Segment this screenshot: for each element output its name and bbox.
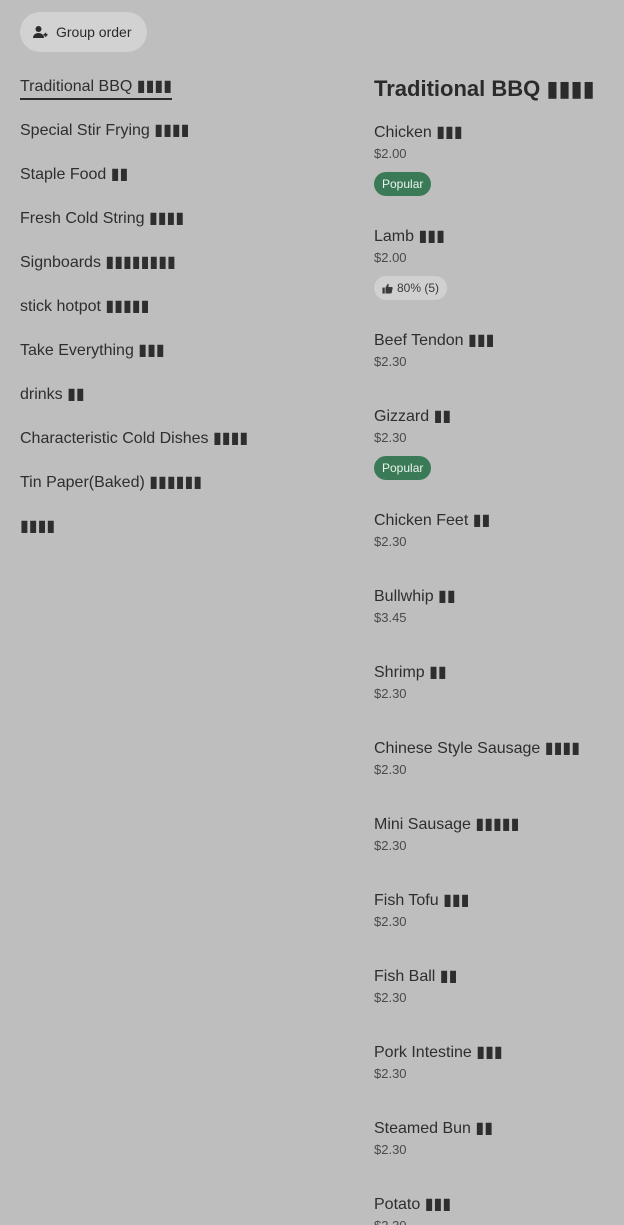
category-label: drinks ▮▮ [20, 386, 85, 403]
badge-label: Popular [382, 177, 424, 191]
category-label: Traditional BBQ ▮▮▮▮ [20, 76, 173, 100]
menu-item-price: $2.00 [374, 146, 407, 161]
menu-item-price: $2.30 [374, 1142, 407, 1157]
menu-item-price: $2.30 [374, 1218, 614, 1225]
menu-item[interactable]: Pork Intestine ▮▮▮ $2.30 [374, 1042, 614, 1118]
menu-item[interactable]: Steamed Bun ▮▮ $2.30 [374, 1118, 614, 1194]
store-menu-page: Group order Traditional BBQ ▮▮▮▮ Special … [0, 0, 624, 1225]
menu-item-name: Chicken ▮▮▮ [374, 124, 463, 141]
menu-item[interactable]: Shrimp ▮▮ $2.30 [374, 662, 614, 738]
menu-item-price: $2.30 [374, 990, 407, 1005]
menu-item-price: $2.30 [374, 686, 407, 701]
menu-item[interactable]: Fish Tofu ▮▮▮ $2.30 [374, 890, 614, 966]
menu-item-name: Fish Tofu ▮▮▮ [374, 892, 470, 909]
badge-label: 80% (5) [397, 281, 440, 295]
menu-item-price: $2.30 [374, 354, 407, 369]
menu-item-name: Mini Sausage ▮▮▮▮▮ [374, 816, 520, 833]
section-title: Traditional BBQ ▮▮▮▮ [374, 76, 595, 101]
menu-item-name: Steamed Bun ▮▮ [374, 1120, 494, 1137]
menu-item-price: $2.30 [374, 762, 407, 777]
category-label: Fresh Cold String ▮▮▮▮ [20, 210, 185, 227]
menu-section: Traditional BBQ ▮▮▮▮ Chicken ▮▮▮ $2.00 Pop… [374, 76, 614, 1225]
popular-badge: Popular [374, 456, 432, 480]
category-label: stick hotpot ▮▮▮▮▮ [20, 298, 150, 315]
menu-item-name: Shrimp ▮▮ [374, 664, 447, 681]
category-nav-item[interactable]: Staple Food ▮▮ [20, 162, 340, 206]
menu-item-price: $2.30 [374, 534, 407, 549]
menu-item-name: Potato ▮▮▮ [374, 1196, 452, 1213]
group-order-button[interactable]: Group order [20, 12, 148, 52]
category-label: Special Stir Frying ▮▮▮▮ [20, 122, 190, 139]
thumbs-up-icon [382, 283, 393, 294]
category-nav-item[interactable]: ▮▮▮▮ [20, 514, 340, 558]
menu-item-name: Chinese Style Sausage ▮▮▮▮ [374, 740, 580, 757]
menu-item-price: $3.45 [374, 610, 407, 625]
category-nav-item[interactable]: Special Stir Frying ▮▮▮▮ [20, 118, 340, 162]
menu-item-price: $2.30 [374, 430, 407, 445]
menu-item-name: Pork Intestine ▮▮▮ [374, 1044, 503, 1061]
menu-item[interactable]: Chicken Feet ▮▮ $2.30 [374, 510, 614, 586]
category-label: Take Everything ▮▮▮ [20, 342, 165, 359]
popular-badge: Popular [374, 172, 432, 196]
menu-item[interactable]: Bullwhip ▮▮ $3.45 [374, 586, 614, 662]
menu-item-price: $2.30 [374, 838, 407, 853]
menu-item[interactable]: Mini Sausage ▮▮▮▮▮ $2.30 [374, 814, 614, 890]
menu-item[interactable]: Potato ▮▮▮ $2.30 [374, 1194, 614, 1225]
category-label: Staple Food ▮▮ [20, 166, 129, 183]
menu-item-name: Chicken Feet ▮▮ [374, 512, 491, 529]
category-nav-item[interactable]: stick hotpot ▮▮▮▮▮ [20, 294, 340, 338]
menu-item-name: Lamb ▮▮▮ [374, 228, 445, 245]
category-label: Signboards ▮▮▮▮▮▮▮▮ [20, 254, 176, 271]
add-person-icon [32, 24, 48, 40]
category-nav-item[interactable]: Fresh Cold String ▮▮▮▮ [20, 206, 340, 250]
menu-item-price: $2.30 [374, 914, 407, 929]
category-label: ▮▮▮▮ [20, 518, 56, 535]
category-nav-item[interactable]: drinks ▮▮ [20, 382, 340, 426]
menu-item[interactable]: Lamb ▮▮▮ $2.00 80% (5) [374, 226, 614, 330]
menu-item-list: Chicken ▮▮▮ $2.00 Popular Lamb ▮▮▮ $2.00 80% … [374, 122, 614, 1225]
menu-item[interactable]: Chinese Style Sausage ▮▮▮▮ $2.30 [374, 738, 614, 814]
menu-item[interactable]: Chicken ▮▮▮ $2.00 Popular [374, 122, 614, 226]
menu-item-price: $2.00 [374, 250, 407, 265]
category-label: Characteristic Cold Dishes ▮▮▮▮ [20, 430, 249, 447]
group-order-label: Group order [56, 24, 132, 40]
menu-item-name: Gizzard ▮▮ [374, 408, 452, 425]
category-nav-item[interactable]: Traditional BBQ ▮▮▮▮ [20, 74, 340, 118]
menu-item[interactable]: Gizzard ▮▮ $2.30 Popular [374, 406, 614, 510]
menu-item-name: Fish Ball ▮▮ [374, 968, 458, 985]
menu-item-name: Beef Tendon ▮▮▮ [374, 332, 495, 349]
menu-item-name: Bullwhip ▮▮ [374, 588, 456, 605]
category-nav-item[interactable]: Tin Paper(Baked) ▮▮▮▮▮▮ [20, 470, 340, 514]
category-nav-item[interactable]: Take Everything ▮▮▮ [20, 338, 340, 382]
category-nav-item[interactable]: Characteristic Cold Dishes ▮▮▮▮ [20, 426, 340, 470]
category-label: Tin Paper(Baked) ▮▮▮▮▮▮ [20, 474, 203, 491]
category-nav: Traditional BBQ ▮▮▮▮ Special Stir Frying … [20, 74, 340, 558]
rating-badge: 80% (5) [374, 276, 448, 300]
badge-label: Popular [382, 461, 424, 475]
menu-item[interactable]: Beef Tendon ▮▮▮ $2.30 [374, 330, 614, 406]
menu-item[interactable]: Fish Ball ▮▮ $2.30 [374, 966, 614, 1042]
menu-item-price: $2.30 [374, 1066, 407, 1081]
category-nav-item[interactable]: Signboards ▮▮▮▮▮▮▮▮ [20, 250, 340, 294]
